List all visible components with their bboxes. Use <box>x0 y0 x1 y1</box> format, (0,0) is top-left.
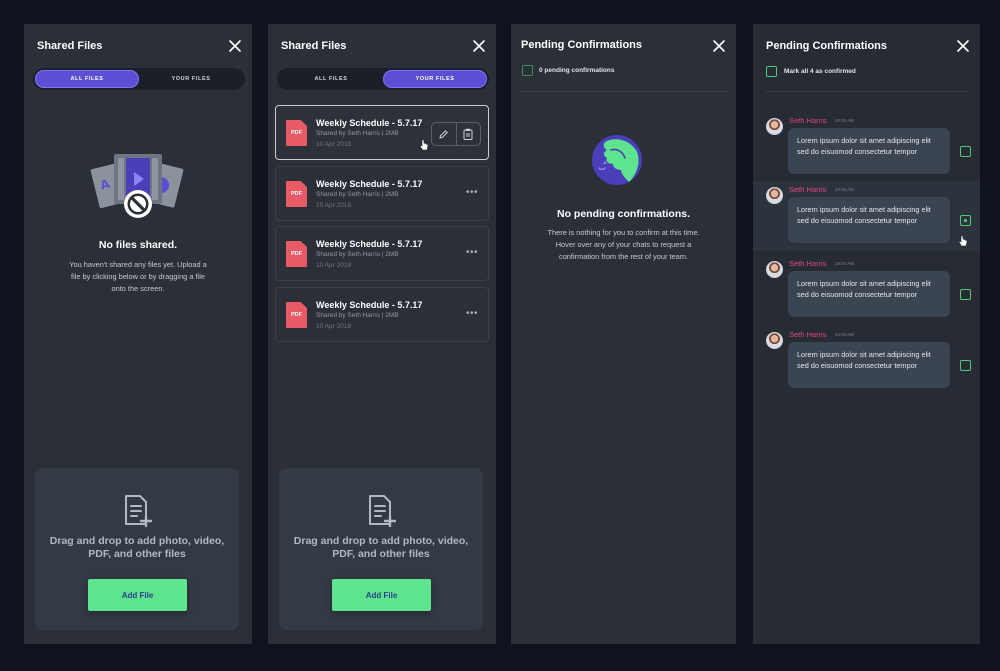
pointer-cursor-icon <box>419 138 429 151</box>
divider <box>765 91 968 92</box>
pdf-icon: PDF <box>286 302 307 328</box>
edit-icon[interactable] <box>432 123 456 145</box>
pending-confirmations-empty-panel: Pending Confirmations 0 pending confirma… <box>511 24 736 644</box>
message-time: 10:04 AM <box>835 332 855 337</box>
message-bubble: Lorem ipsum dolor sit amet adipiscing el… <box>788 342 950 388</box>
close-icon[interactable] <box>712 39 726 53</box>
panel-title: Pending Confirmations <box>521 39 642 51</box>
checkbox-icon[interactable] <box>522 65 533 76</box>
file-add-icon <box>368 494 397 528</box>
message-item: Seth Harris 10:04 AM Lorem ipsum dolor s… <box>753 181 980 251</box>
file-filter-toggle: ALL FILES YOUR FILES <box>277 68 489 90</box>
message-time: 10:04 AM <box>835 118 855 123</box>
file-meta: Shared by Seth Harris | 2MB <box>316 130 399 137</box>
shared-files-panel-all: Shared Files ALL FILES YOUR FILES A No f… <box>24 24 252 644</box>
tab-all-files[interactable]: ALL FILES <box>35 70 139 88</box>
message-item: Seth Harris 10:04 AM Lorem ipsum dolor s… <box>753 112 980 182</box>
close-icon[interactable] <box>956 39 970 53</box>
file-actions <box>431 122 481 146</box>
avatar <box>766 332 783 349</box>
file-date: 10 Apr 2018 <box>316 262 352 269</box>
file-title: Weekly Schedule - 5.7.17 <box>316 179 423 189</box>
mark-all-row: Mark all 4 as confirmed <box>766 66 856 77</box>
pdf-icon: PDF <box>286 241 307 267</box>
empty-state-title: No files shared. <box>98 239 178 251</box>
sender-name: Seth Harris <box>789 116 827 125</box>
file-card[interactable]: PDF Weekly Schedule - 5.7.17 Shared by S… <box>275 166 489 221</box>
clipboard-icon[interactable] <box>455 123 481 145</box>
avatar <box>766 261 783 278</box>
file-meta: Shared by Seth Harris | 2MB <box>316 191 399 198</box>
file-date: 10 Apr 2018 <box>316 202 352 209</box>
pointer-cursor-icon <box>958 234 968 247</box>
panel-title: Shared Files <box>37 40 103 52</box>
message-item: Seth Harris 10:04 AM Lorem ipsum dolor s… <box>753 255 980 325</box>
avatar <box>766 118 783 135</box>
sender-name: Seth Harris <box>789 185 827 194</box>
more-icon[interactable]: ••• <box>466 247 478 258</box>
mark-all-label[interactable]: Mark all 4 as confirmed <box>784 68 856 75</box>
file-title: Weekly Schedule - 5.7.17 <box>316 239 423 249</box>
dropzone-text: Drag and drop to add photo, video, PDF, … <box>293 535 469 560</box>
file-dropzone[interactable]: Drag and drop to add photo, video, PDF, … <box>279 468 483 630</box>
team-chat-illustration <box>591 134 643 186</box>
pdf-icon: PDF <box>286 181 307 207</box>
file-card[interactable]: PDF Weekly Schedule - 5.7.17 Shared by S… <box>275 226 489 281</box>
close-icon[interactable] <box>228 39 242 53</box>
tab-all-files[interactable]: ALL FILES <box>279 70 383 88</box>
message-time: 10:04 AM <box>835 261 855 266</box>
file-dropzone[interactable]: Drag and drop to add photo, video, PDF, … <box>35 468 239 630</box>
file-meta: Shared by Seth Harris | 2MB <box>316 312 399 319</box>
more-icon[interactable]: ••• <box>466 308 478 319</box>
file-date: 10 Apr 2018 <box>316 323 352 330</box>
checkbox-icon[interactable] <box>960 146 971 157</box>
panel-title: Shared Files <box>281 40 347 52</box>
pdf-icon: PDF <box>286 120 307 146</box>
file-title: Weekly Schedule - 5.7.17 <box>316 300 423 310</box>
file-meta: Shared by Seth Harris | 2MB <box>316 251 399 258</box>
checkbox-icon[interactable] <box>960 215 971 226</box>
sender-name: Seth Harris <box>789 259 827 268</box>
file-card[interactable]: PDF Weekly Schedule - 5.7.17 Shared by S… <box>275 287 489 342</box>
file-add-icon <box>124 494 153 528</box>
empty-state-title: No pending confirmations. <box>557 208 690 220</box>
shared-files-panel-yours: Shared Files ALL FILES YOUR FILES PDF We… <box>268 24 496 644</box>
sender-name: Seth Harris <box>789 330 827 339</box>
pending-confirmations-list-panel: Pending Confirmations Mark all 4 as conf… <box>753 24 980 644</box>
add-file-button[interactable]: Add File <box>88 579 187 611</box>
empty-state-text: You haven't shared any files yet. Upload… <box>69 260 207 293</box>
dropzone-text: Drag and drop to add photo, video, PDF, … <box>49 535 225 560</box>
file-card[interactable]: PDF Weekly Schedule - 5.7.17 Shared by S… <box>275 105 489 160</box>
avatar <box>766 187 783 204</box>
message-bubble: Lorem ipsum dolor sit amet adipiscing el… <box>788 271 950 317</box>
pending-count-row: 0 pending confirmations <box>522 65 614 76</box>
message-bubble: Lorem ipsum dolor sit amet adipiscing el… <box>788 128 950 174</box>
no-files-illustration: A <box>90 150 186 250</box>
divider <box>520 91 727 92</box>
close-icon[interactable] <box>472 39 486 53</box>
message-bubble: Lorem ipsum dolor sit amet adipiscing el… <box>788 197 950 243</box>
file-title: Weekly Schedule - 5.7.17 <box>316 118 423 128</box>
pending-count-label: 0 pending confirmations <box>539 67 615 74</box>
checkbox-icon[interactable] <box>960 289 971 300</box>
tab-your-files[interactable]: YOUR FILES <box>139 70 243 88</box>
tab-your-files[interactable]: YOUR FILES <box>383 70 487 88</box>
file-date: 10 Apr 2018 <box>316 141 352 148</box>
empty-state-text: There is nothing for you to confirm at t… <box>547 228 700 261</box>
panel-title: Pending Confirmations <box>766 40 887 52</box>
message-item: Seth Harris 10:04 AM Lorem ipsum dolor s… <box>753 326 980 396</box>
checkbox-icon[interactable] <box>766 66 777 77</box>
message-time: 10:04 AM <box>835 187 855 192</box>
file-filter-toggle: ALL FILES YOUR FILES <box>33 68 245 90</box>
checkbox-icon[interactable] <box>960 360 971 371</box>
more-icon[interactable]: ••• <box>466 187 478 198</box>
add-file-button[interactable]: Add File <box>332 579 431 611</box>
